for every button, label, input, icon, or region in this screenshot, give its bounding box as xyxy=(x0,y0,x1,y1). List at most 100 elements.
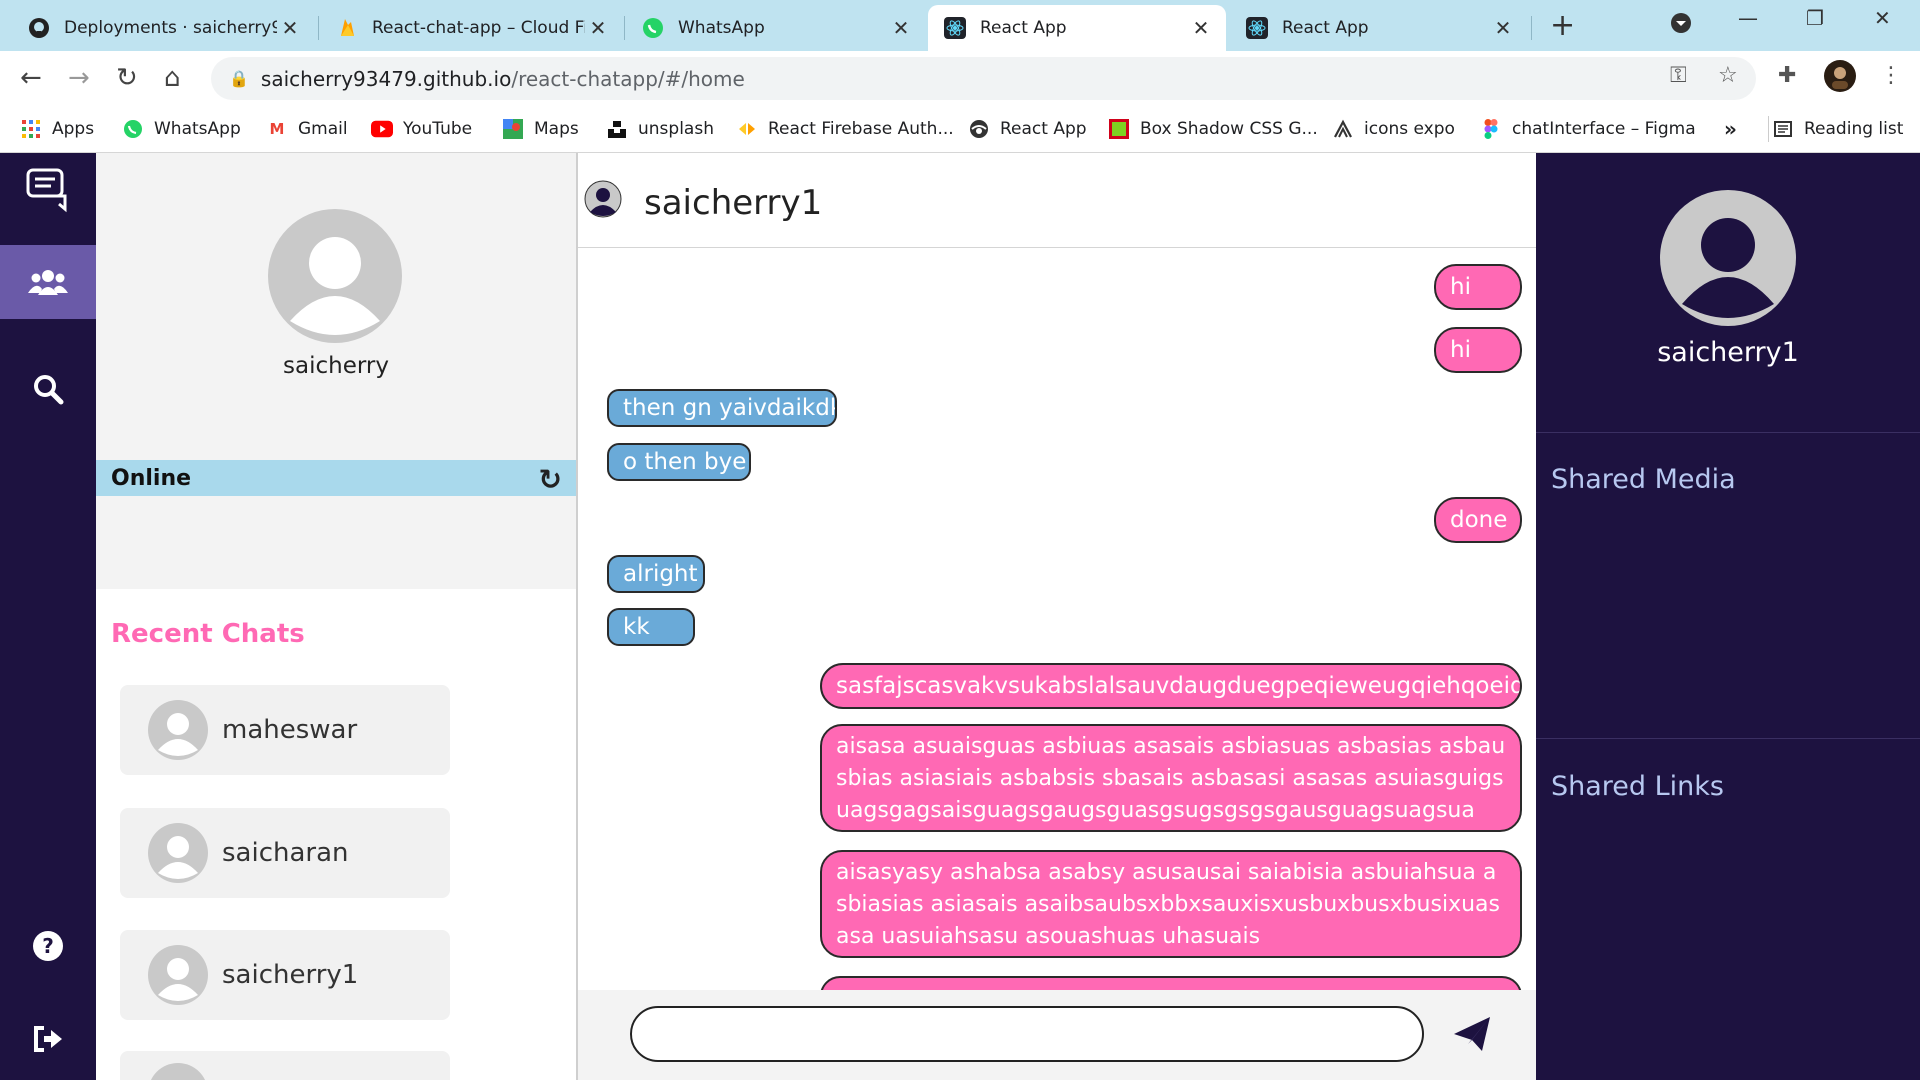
bookmark-label: React Firebase Auth... xyxy=(768,119,954,139)
chat-icon[interactable] xyxy=(0,161,96,219)
tab-title: React App xyxy=(1282,18,1369,38)
shared-links-label[interactable]: Shared Links xyxy=(1551,771,1724,802)
users-icon[interactable] xyxy=(0,245,96,319)
profile-avatar[interactable] xyxy=(1824,60,1856,98)
bookmark-whatsapp[interactable]: WhatsApp xyxy=(122,106,241,152)
whatsapp-icon xyxy=(122,118,144,140)
contact-avatar-large xyxy=(1660,190,1796,326)
outgoing-message: hi xyxy=(1434,264,1522,310)
message-input[interactable] xyxy=(630,1006,1424,1062)
close-icon[interactable]: ✕ xyxy=(888,16,914,40)
bookmark-label: icons expo xyxy=(1364,119,1455,139)
close-icon[interactable]: ✕ xyxy=(585,16,611,40)
bookmark-react-firebase-auth[interactable]: React Firebase Auth... xyxy=(736,106,954,152)
browser-tab-whatsapp[interactable]: WhatsApp ✕ xyxy=(626,5,926,51)
react-icon xyxy=(1246,17,1268,39)
bookmark-label: Apps xyxy=(52,119,95,139)
user-avatar[interactable] xyxy=(268,209,402,343)
recent-chat-item[interactable]: saicherry1 xyxy=(120,930,450,1020)
home-icon[interactable]: ⌂ xyxy=(164,63,181,93)
tab-title: WhatsApp xyxy=(678,18,765,38)
forward-arrow-icon[interactable]: → xyxy=(68,63,90,93)
tab-title: Deployments · saicherry93 xyxy=(64,18,277,38)
close-icon[interactable]: ✕ xyxy=(277,16,303,40)
globe-icon xyxy=(968,118,990,140)
logout-icon[interactable] xyxy=(0,1011,96,1067)
chat-app: ? saicherry Online ↻ Recent Chats mahesw… xyxy=(0,153,1920,1080)
contact-name: saicharan xyxy=(222,838,349,868)
apps-grid-icon xyxy=(20,118,42,140)
tab-separator xyxy=(624,16,625,40)
maps-icon xyxy=(502,118,524,140)
address-bar[interactable]: 🔒 saicherry93479.github.io/react-chatapp… xyxy=(211,57,1756,100)
tab-separator xyxy=(318,16,319,40)
bookmark-maps[interactable]: Maps xyxy=(502,106,579,152)
url-path: /react-chatapp/#/home xyxy=(511,66,745,91)
restore-icon[interactable]: ❐ xyxy=(1806,6,1824,30)
incoming-message: kk xyxy=(607,608,695,646)
outgoing-message: aisasa asuaisguas asbiuas asasais asbias… xyxy=(820,724,1522,832)
unsplash-icon xyxy=(606,118,628,140)
contact-name: maheswar xyxy=(222,715,358,745)
bookmark-apps[interactable]: Apps xyxy=(20,106,94,152)
bookmark-icons-expo[interactable]: icons expo xyxy=(1332,106,1455,152)
recent-chat-item-partial[interactable] xyxy=(120,1051,450,1080)
shared-media-label[interactable]: Shared Media xyxy=(1551,464,1736,495)
incoming-message: alright xyxy=(607,555,705,593)
bookmark-unsplash[interactable]: unsplash xyxy=(606,106,714,152)
browser-tab-react-app-active[interactable]: React App ✕ xyxy=(928,5,1226,51)
incoming-message: then gn yaivdaikdk xyxy=(607,389,837,427)
close-icon[interactable]: ✕ xyxy=(1490,16,1516,40)
outgoing-message: aisasyasy ashabsa asabsy asusausai saiab… xyxy=(820,850,1522,958)
message-list[interactable]: hi hi then gn yaivdaikdk o then bye done… xyxy=(578,248,1536,990)
back-arrow-icon[interactable]: ← xyxy=(20,63,42,93)
minimize-icon[interactable]: — xyxy=(1738,6,1758,30)
browser-tab-firebase[interactable]: React-chat-app – Cloud Fi ✕ xyxy=(320,5,623,51)
expo-icon xyxy=(1332,118,1354,140)
more-bookmarks-chevron-icon[interactable]: » xyxy=(1724,106,1737,152)
refresh-icon[interactable]: ↻ xyxy=(539,463,562,496)
bookmark-gmail[interactable]: M Gmail xyxy=(266,106,348,152)
contact-avatar xyxy=(148,700,208,760)
bookmarks-bar: Apps WhatsApp M Gmail YouTube Maps unspl… xyxy=(0,106,1920,153)
close-icon[interactable]: ✕ xyxy=(1188,16,1214,40)
browser-toolbar: ← → ↻ ⌂ 🔒 saicherry93479.github.io/react… xyxy=(0,51,1920,106)
bookmark-star-icon[interactable]: ☆ xyxy=(1718,63,1738,88)
message-composer xyxy=(578,990,1536,1080)
browser-tab-deployments[interactable]: Deployments · saicherry93 ✕ xyxy=(12,5,315,51)
new-tab-plus-icon[interactable]: + xyxy=(1550,8,1575,43)
github-icon xyxy=(28,17,50,39)
recent-chat-item[interactable]: maheswar xyxy=(120,685,450,775)
divider xyxy=(1536,738,1920,739)
bookmark-figma[interactable]: chatInterface – Figma xyxy=(1480,106,1696,152)
browser-tab-strip: Deployments · saicherry93 ✕ React-chat-a… xyxy=(0,0,1920,51)
recent-chat-item[interactable]: saicharan xyxy=(120,808,450,898)
bookmark-youtube[interactable]: YouTube xyxy=(371,106,472,152)
menu-kebab-icon[interactable]: ⋮ xyxy=(1880,63,1902,88)
lock-icon: 🔒 xyxy=(229,69,249,88)
bookmark-box-shadow[interactable]: Box Shadow CSS G... xyxy=(1108,106,1318,152)
contact-avatar xyxy=(148,945,208,1005)
search-icon[interactable] xyxy=(0,359,96,419)
profile-panel: saicherry Online ↻ Recent Chats maheswar… xyxy=(96,153,578,1080)
bookmark-label: Reading list xyxy=(1804,119,1904,139)
tab-title: React-chat-app – Cloud Fi xyxy=(372,18,585,38)
chat-header: saicherry1 xyxy=(578,153,1536,248)
incoming-message: o then bye xyxy=(607,443,751,481)
key-icon[interactable]: ⚿ xyxy=(1670,63,1687,88)
browser-tab-react-app[interactable]: React App ✕ xyxy=(1230,5,1528,51)
reload-icon[interactable]: ↻ xyxy=(116,63,138,93)
extensions-puzzle-icon[interactable]: ✚ xyxy=(1778,63,1796,88)
bookmark-label: WhatsApp xyxy=(154,119,241,139)
reading-list-button[interactable]: Reading list xyxy=(1772,106,1903,152)
nav-rail: ? xyxy=(0,153,96,1080)
contact-avatar xyxy=(148,823,208,883)
bookmark-label: chatInterface – Figma xyxy=(1512,119,1696,139)
outgoing-message: done xyxy=(1434,497,1522,543)
send-icon[interactable] xyxy=(1452,1014,1492,1054)
contact-name: saicherry1 xyxy=(222,960,359,990)
window-close-icon[interactable]: ✕ xyxy=(1874,6,1891,30)
tab-search-icon[interactable] xyxy=(1670,12,1692,39)
help-icon[interactable]: ? xyxy=(0,918,96,974)
bookmark-react-app[interactable]: React App xyxy=(968,106,1087,152)
